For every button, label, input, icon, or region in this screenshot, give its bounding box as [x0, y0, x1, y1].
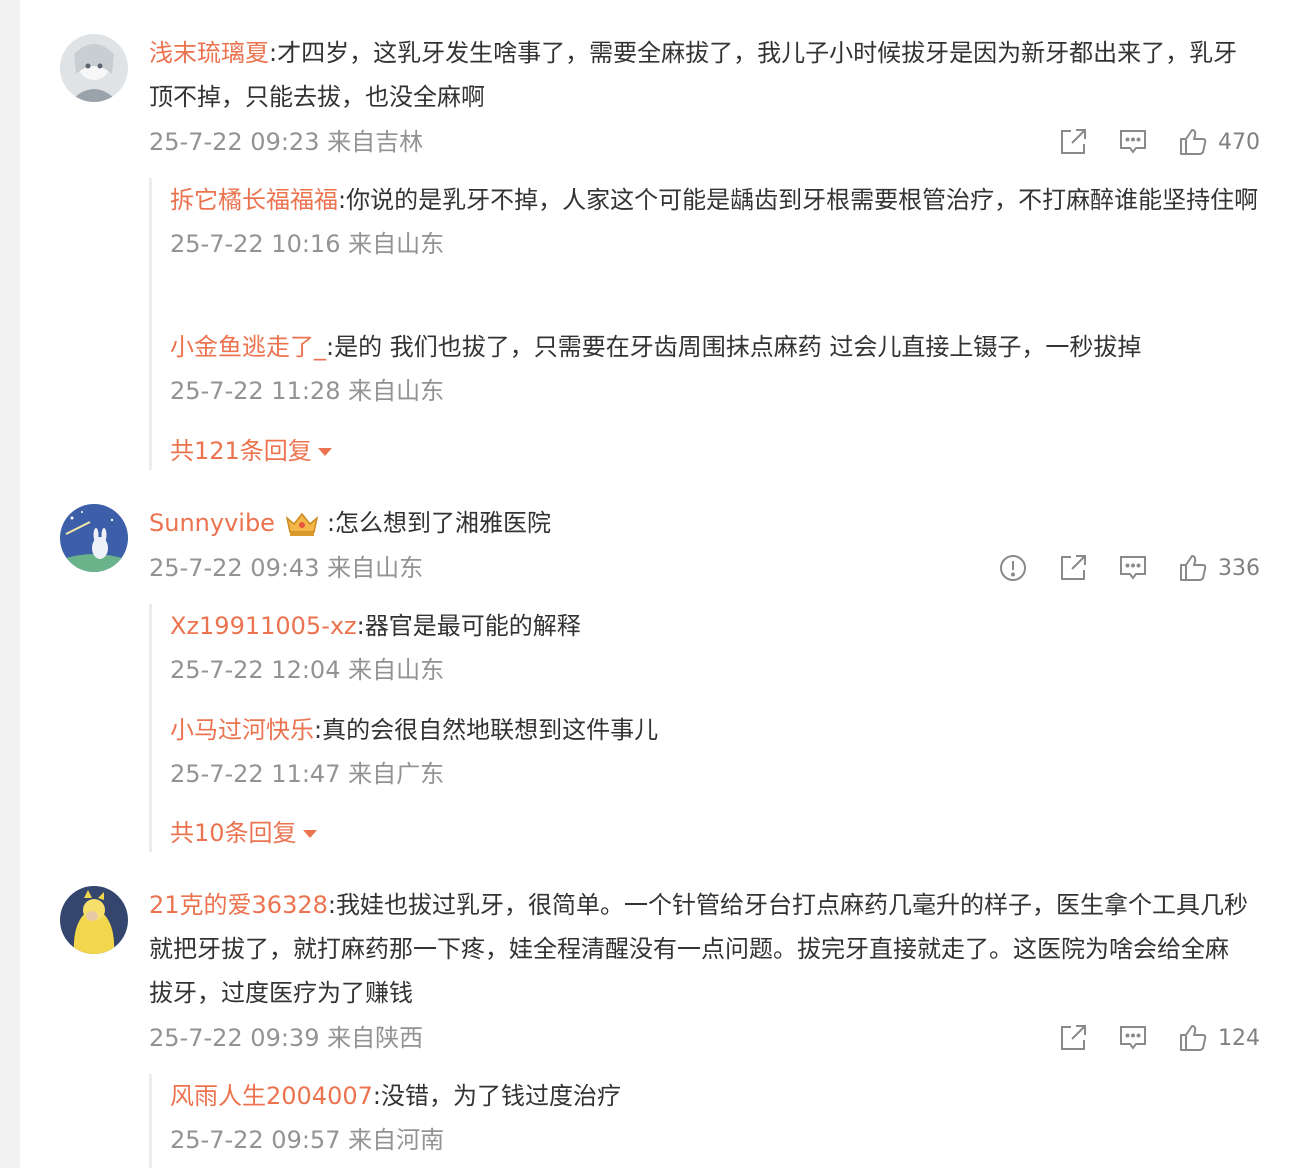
comment-text: Sunnyvibe :怎么想到了湘雅医院: [149, 501, 1249, 545]
reply-text: 风雨人生2004007:没错，为了钱过度治疗: [170, 1074, 1260, 1118]
view-more-replies[interactable]: 共121条回复: [170, 435, 332, 467]
reply-body: :器官是最可能的解释: [356, 612, 581, 640]
comment-button[interactable]: [1118, 1023, 1148, 1053]
like-button[interactable]: 470: [1178, 127, 1260, 157]
like-count: 470: [1218, 129, 1260, 155]
comment-body: :才四岁，这乳牙发生啥事了，需要全麻拔了，我儿子小时候拔牙是因为新牙都出来了，乳…: [149, 39, 1238, 111]
reply-meta: 25-7-22 11:47 来自广东: [170, 760, 445, 788]
comment-text: 21克的爱36328:我娃也拔过乳牙，很简单。一个针管给牙台打点麻药几毫升的样子…: [149, 883, 1249, 1015]
reply-body: :没错，为了钱过度治疗: [372, 1082, 621, 1110]
report-icon: [1000, 555, 1026, 581]
more-replies-label: 共121条回复: [170, 437, 312, 465]
reply-item: 小马过河快乐:真的会很自然地联想到这件事儿 25-7-22 11:47 来自广东: [170, 708, 1260, 790]
reply-username[interactable]: 小马过河快乐: [170, 716, 314, 744]
like-count: 124: [1218, 1025, 1260, 1051]
comment-button[interactable]: [1118, 127, 1148, 157]
share-button[interactable]: [1058, 553, 1088, 583]
thumbs-up-icon: [1180, 555, 1207, 581]
reply-thread: 拆它橘长福福福:你说的是乳牙不掉，人家这个可能是龋齿到牙根需要根管治疗，不打麻醉…: [149, 178, 1262, 470]
reply-thread: Xz19911005-xz:器官是最可能的解释 25-7-22 12:04 来自…: [149, 604, 1262, 852]
share-icon: [1061, 129, 1086, 154]
avatar[interactable]: [60, 886, 128, 954]
reply-item: Xz19911005-xz:器官是最可能的解释 25-7-22 12:04 来自…: [170, 604, 1260, 686]
comment-actions: 470: [1028, 122, 1260, 162]
avatar[interactable]: [60, 504, 128, 572]
comment-actions: 336: [968, 548, 1260, 588]
comment-username[interactable]: Sunnyvibe: [149, 509, 275, 537]
reply-meta: 25-7-22 10:16 来自山东: [170, 230, 445, 258]
reply-thread: 风雨人生2004007:没错，为了钱过度治疗 25-7-22 09:57 来自河…: [149, 1074, 1262, 1168]
more-replies-label: 共10条回复: [170, 819, 297, 847]
crown-badge-icon: [285, 512, 319, 536]
comment-icon: [1120, 1026, 1146, 1050]
reply-body: :是的 我们也拔了，只需要在牙齿周围抹点麻药 过会儿直接上镊子，一秒拔掉: [326, 333, 1142, 361]
like-count: 336: [1218, 555, 1260, 581]
comment-meta: 25-7-22 09:23 来自吉林: [149, 128, 424, 156]
like-button[interactable]: 336: [1178, 553, 1260, 583]
reply-username[interactable]: Xz19911005-xz: [170, 612, 357, 640]
thumbs-up-icon: [1180, 1025, 1207, 1051]
reply-meta: 25-7-22 12:04 来自山东: [170, 656, 445, 684]
comment-icon: [1120, 556, 1146, 580]
reply-text: 小金鱼逃走了_:是的 我们也拔了，只需要在牙齿周围抹点麻药 过会儿直接上镊子，一…: [170, 325, 1260, 369]
reply-username[interactable]: 拆它橘长福福福: [170, 186, 338, 214]
share-button[interactable]: [1058, 127, 1088, 157]
reply-text: 小马过河快乐:真的会很自然地联想到这件事儿: [170, 708, 1260, 752]
comment-text: 浅末琉璃夏:才四岁，这乳牙发生啥事了，需要全麻拔了，我儿子小时候拔牙是因为新牙都…: [149, 31, 1249, 119]
reply-username[interactable]: 风雨人生2004007: [170, 1082, 373, 1110]
reply-body: :真的会很自然地联想到这件事儿: [314, 716, 659, 744]
comment-meta: 25-7-22 09:39 来自陕西: [149, 1024, 424, 1052]
share-icon: [1061, 1025, 1086, 1050]
reply-body: :你说的是乳牙不掉，人家这个可能是龋齿到牙根需要根管治疗，不打麻醉谁能坚持住啊: [338, 186, 1259, 214]
comment-icon: [1120, 130, 1146, 154]
like-button[interactable]: 124: [1178, 1023, 1260, 1053]
comment-username[interactable]: 浅末琉璃夏: [149, 39, 269, 67]
share-icon: [1061, 555, 1086, 580]
comment-username[interactable]: 21克的爱36328: [149, 891, 328, 919]
reply-item: 小金鱼逃走了_:是的 我们也拔了，只需要在牙齿周围抹点麻药 过会儿直接上镊子，一…: [170, 325, 1260, 407]
reply-text: 拆它橘长福福福:你说的是乳牙不掉，人家这个可能是龋齿到牙根需要根管治疗，不打麻醉…: [170, 178, 1260, 222]
avatar[interactable]: [60, 34, 128, 102]
report-button[interactable]: [998, 553, 1028, 583]
thumbs-up-icon: [1180, 129, 1207, 155]
reply-item: 风雨人生2004007:没错，为了钱过度治疗 25-7-22 09:57 来自河…: [170, 1074, 1260, 1156]
chevron-down-icon: [302, 830, 317, 838]
reply-username[interactable]: 小金鱼逃走了_: [170, 333, 326, 361]
reply-meta: 25-7-22 09:57 来自河南: [170, 1126, 445, 1154]
comment-button[interactable]: [1118, 553, 1148, 583]
chevron-down-icon: [317, 448, 332, 456]
view-more-replies[interactable]: 共10条回复: [170, 817, 317, 849]
reply-item: 拆它橘长福福福:你说的是乳牙不掉，人家这个可能是龋齿到牙根需要根管治疗，不打麻醉…: [170, 178, 1260, 260]
share-button[interactable]: [1058, 1023, 1088, 1053]
reply-text: Xz19911005-xz:器官是最可能的解释: [170, 604, 1260, 648]
reply-meta: 25-7-22 11:28 来自山东: [170, 377, 445, 405]
comment-body: :怎么想到了湘雅医院: [326, 509, 552, 537]
comment-meta: 25-7-22 09:43 来自山东: [149, 554, 424, 582]
left-rail: [0, 0, 20, 1168]
comment-actions: 124: [1028, 1018, 1260, 1058]
